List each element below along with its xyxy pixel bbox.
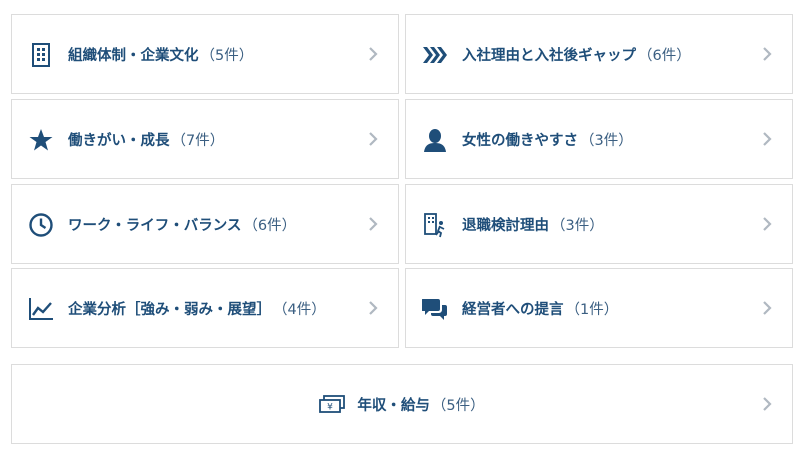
speech-bubbles-icon <box>422 296 448 322</box>
category-card-growth[interactable]: 働きがい・成長 （7件） <box>11 99 399 179</box>
star-icon <box>28 127 54 153</box>
category-count: （3件） <box>551 217 604 234</box>
category-card-work-life-balance[interactable]: ワーク・ライフ・バランス （6件） <box>11 184 399 264</box>
category-count: （5件） <box>431 397 485 414</box>
category-card-salary[interactable]: ¥ 年収・給与 （5件） <box>11 364 793 444</box>
woman-icon <box>422 127 448 153</box>
category-card-organization[interactable]: 組織体制・企業文化 （5件） <box>11 14 399 94</box>
chevron-right-icon <box>368 131 378 147</box>
category-count: （4件） <box>273 301 326 318</box>
yen-bill-icon: ¥ <box>319 391 346 417</box>
chevron-right-icon <box>762 396 772 412</box>
category-card-joining-gap[interactable]: 入社理由と入社後ギャップ （6件） <box>405 14 793 94</box>
chevron-right-icon <box>368 300 378 316</box>
category-count: （3件） <box>580 132 633 149</box>
line-chart-icon <box>28 296 54 322</box>
category-count: （5件） <box>200 47 254 64</box>
category-count: （1件） <box>565 301 619 318</box>
category-card-resignation[interactable]: 退職検討理由 （3件） <box>405 184 793 264</box>
svg-text:¥: ¥ <box>328 403 334 413</box>
clock-icon <box>28 212 54 238</box>
category-count: （6件） <box>638 47 691 64</box>
exit-building-icon <box>422 212 448 238</box>
chevron-right-icon <box>368 216 378 232</box>
category-title: 企業分析［強み・弱み・展望］ <box>68 301 271 318</box>
chevron-right-icon <box>762 216 772 232</box>
category-count: （6件） <box>243 217 297 234</box>
category-card-company-analysis[interactable]: 企業分析［強み・弱み・展望］ （4件） <box>11 268 399 348</box>
triple-chevron-icon <box>422 42 448 68</box>
category-title: 入社理由と入社後ギャップ <box>462 47 636 64</box>
category-title: 女性の働きやすさ <box>462 132 578 149</box>
category-card-proposal[interactable]: 経営者への提言 （1件） <box>405 268 793 348</box>
chevron-right-icon <box>762 131 772 147</box>
category-title: 経営者への提言 <box>462 301 564 318</box>
category-title: ワーク・ライフ・バランス <box>68 217 242 234</box>
category-title: 組織体制・企業文化 <box>68 47 199 64</box>
category-title: 働きがい・成長 <box>68 132 170 149</box>
chevron-right-icon <box>762 300 772 316</box>
category-count: （7件） <box>171 132 225 149</box>
category-title: 退職検討理由 <box>462 217 549 234</box>
chevron-right-icon <box>368 46 378 62</box>
chevron-right-icon <box>762 46 772 62</box>
category-title: 年収・給与 <box>357 397 430 414</box>
category-card-women[interactable]: 女性の働きやすさ （3件） <box>405 99 793 179</box>
building-icon <box>28 42 54 68</box>
